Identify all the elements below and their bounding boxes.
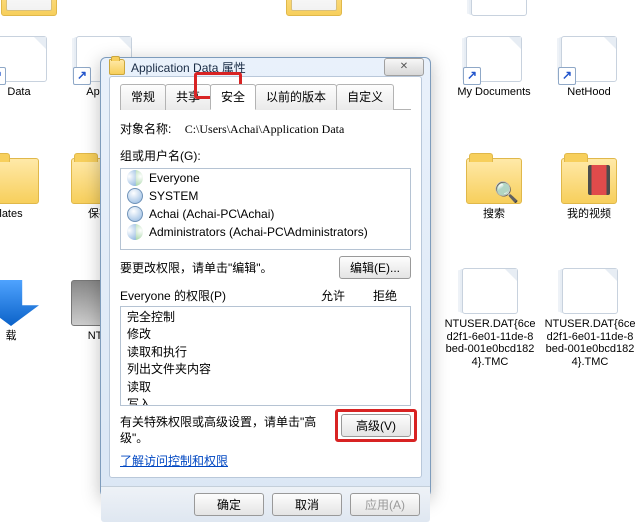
tab-sharing[interactable]: 共享 xyxy=(165,84,211,110)
groups-label: 组或用户名(G): xyxy=(120,147,411,164)
perm-item: 列出文件夹内容 xyxy=(127,361,404,378)
groups-list[interactable]: Everyone SYSTEM Achai (Achai-PC\Achai) A… xyxy=(120,168,411,250)
desktop-shortcut[interactable]: Data xyxy=(0,36,58,99)
dialog-body: 常规 共享 安全 以前的版本 自定义 对象名称: C:\Users\Achai\… xyxy=(109,76,422,478)
perm-item: 写入 xyxy=(127,396,404,406)
group-item[interactable]: SYSTEM xyxy=(121,187,410,205)
perm-item: 修改 xyxy=(127,326,404,343)
icon-label: NetHood xyxy=(550,86,628,99)
permissions-list[interactable]: 完全控制 修改 读取和执行 列出文件夹内容 读取 写入 xyxy=(120,306,411,406)
icon-label: 载 xyxy=(0,330,50,343)
group-name: Everyone xyxy=(149,171,200,185)
edit-button[interactable]: 编辑(E)... xyxy=(339,256,411,279)
desktop-folder[interactable] xyxy=(0,0,68,20)
object-name-value: C:\Users\Achai\Application Data xyxy=(175,122,345,136)
group-item[interactable]: Achai (Achai-PC\Achai) xyxy=(121,205,410,223)
edit-hint: 要更改权限，请单击"编辑"。 xyxy=(120,259,339,276)
advanced-hint: 有关特殊权限或高级设置，请单击"高级"。 xyxy=(120,414,333,446)
users-group-icon xyxy=(127,224,143,240)
folder-icon xyxy=(1,0,57,16)
dialog-button-bar: 确定 取消 应用(A) xyxy=(101,486,430,522)
perm-col-allow: 允许 xyxy=(307,287,359,304)
user-icon xyxy=(127,188,143,204)
file-icon xyxy=(471,0,527,16)
icon-label: Data xyxy=(0,86,58,99)
desktop-file-ntuser[interactable]: NTUSER.DAT{6ced2f1-6e01-11de-8bed-001e0b… xyxy=(544,268,636,369)
icon-label: NTUSER.DAT{6ced2f1-6e01-11de-8bed-001e0b… xyxy=(544,318,636,369)
learn-link[interactable]: 了解访问控制和权限 xyxy=(120,452,411,469)
desktop-folder-videos[interactable]: 我的视频 xyxy=(550,158,628,221)
folder-search-icon xyxy=(466,158,522,204)
icon-label: NTUSER.DAT{6ced2f1-6e01-11de-8bed-001e0b… xyxy=(444,318,536,369)
dialog-title: Application Data 属性 xyxy=(131,59,246,76)
group-name: SYSTEM xyxy=(149,189,198,203)
desktop-folder-search[interactable]: 搜索 xyxy=(455,158,533,221)
tab-general[interactable]: 常规 xyxy=(120,84,166,110)
desktop-file-ntuser[interactable]: NTUSER.DAT{6ced2f1-6e01-11de-8bed-001e0b… xyxy=(444,268,536,369)
perm-item: 读取和执行 xyxy=(127,344,404,361)
permissions-header: Everyone 的权限(P) 允许 拒绝 xyxy=(120,287,411,304)
folder-icon xyxy=(286,0,342,16)
tab-strip: 常规 共享 安全 以前的版本 自定义 xyxy=(120,83,411,110)
edit-hint-row: 要更改权限，请单击"编辑"。 编辑(E)... xyxy=(120,256,411,279)
perm-for-label: Everyone 的权限(P) xyxy=(120,287,307,304)
perm-item: 完全控制 xyxy=(127,309,404,326)
desktop-shortcut-nethood[interactable]: NetHood xyxy=(550,36,628,99)
group-name: Administrators (Achai-PC\Administrators) xyxy=(149,225,368,239)
advanced-button[interactable]: 高级(V) xyxy=(341,414,411,437)
group-item[interactable]: Administrators (Achai-PC\Administrators) xyxy=(121,223,410,241)
tab-customize[interactable]: 自定义 xyxy=(336,84,394,110)
users-group-icon xyxy=(127,170,143,186)
titlebar[interactable]: Application Data 属性 xyxy=(101,58,430,76)
folder-icon xyxy=(0,158,39,204)
shortcut-icon xyxy=(466,36,522,82)
group-item[interactable]: Everyone xyxy=(121,169,410,187)
user-icon xyxy=(127,206,143,222)
file-icon xyxy=(462,268,518,314)
properties-dialog: Application Data 属性 常规 共享 安全 以前的版本 自定义 对… xyxy=(100,57,431,497)
desktop-file[interactable] xyxy=(460,0,538,20)
icon-label: 我的视频 xyxy=(550,208,628,221)
file-icon xyxy=(562,268,618,314)
desktop-shortcut-my-documents[interactable]: My Documents xyxy=(455,36,533,99)
tab-security[interactable]: 安全 xyxy=(210,84,256,110)
object-name-label: 对象名称: xyxy=(120,122,171,136)
desktop-folder[interactable] xyxy=(275,0,353,20)
shortcut-icon xyxy=(0,36,47,82)
folder-icon xyxy=(109,59,125,75)
group-name: Achai (Achai-PC\Achai) xyxy=(149,207,274,221)
desktop-folder[interactable]: lates xyxy=(0,158,50,221)
icon-label: lates xyxy=(0,208,50,221)
download-arrow-icon xyxy=(0,280,39,326)
advanced-row: 有关特殊权限或高级设置，请单击"高级"。 高级(V) xyxy=(120,414,411,446)
icon-label: My Documents xyxy=(455,86,533,99)
close-button[interactable] xyxy=(384,58,424,76)
shortcut-icon xyxy=(561,36,617,82)
folder-video-icon xyxy=(561,158,617,204)
object-name-row: 对象名称: C:\Users\Achai\Application Data xyxy=(120,120,411,137)
tab-previous[interactable]: 以前的版本 xyxy=(255,84,337,110)
perm-col-deny: 拒绝 xyxy=(359,287,411,304)
desktop-downloads[interactable]: 载 xyxy=(0,280,50,343)
perm-item: 读取 xyxy=(127,379,404,396)
icon-label: 搜索 xyxy=(455,208,533,221)
